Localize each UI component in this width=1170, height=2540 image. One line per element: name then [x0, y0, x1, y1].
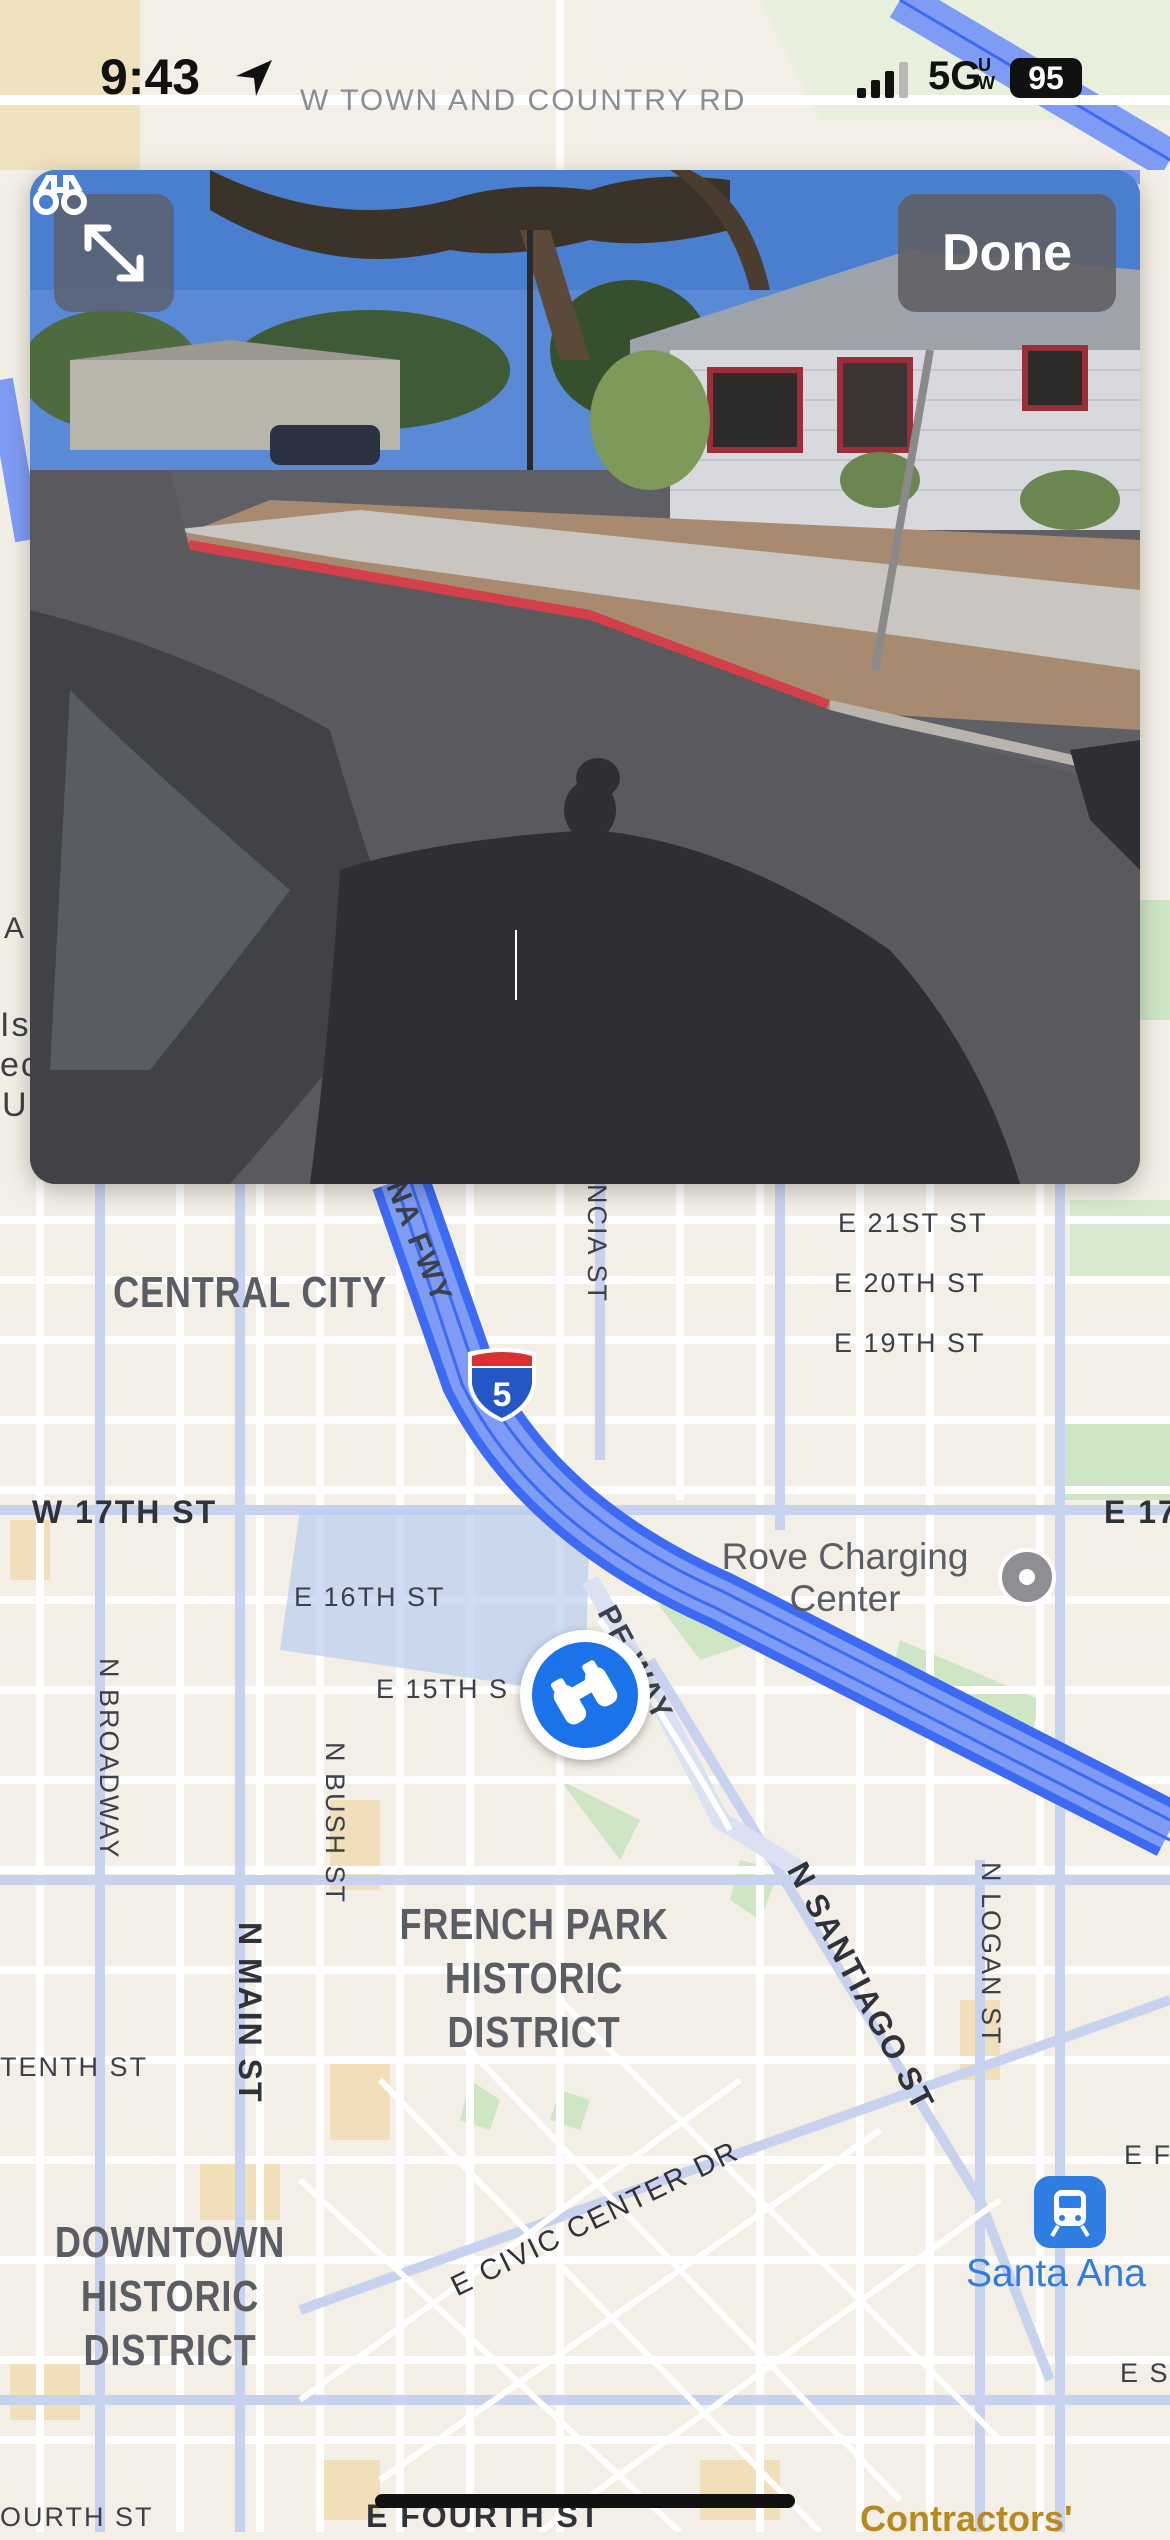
street-label-es: E S — [1120, 2358, 1170, 2388]
street-label-e16: E 16TH ST — [294, 1582, 446, 1612]
district-french-park: FRENCH PARK HISTORIC DISTRICT — [386, 1898, 681, 2060]
poi-label-rove-line-2: Center — [789, 1578, 901, 1619]
poi-label-contractors[interactable]: Contractors' — [860, 2498, 1073, 2540]
district-downtown-line-3: DISTRICT — [83, 2326, 257, 2375]
district-french-park-line-2: HISTORIC — [444, 1954, 624, 2003]
status-bar: 9:43 5G UW 95 — [0, 0, 1170, 160]
street-label-tenth: TENTH ST — [0, 2052, 148, 2082]
street-label-w17: W 17TH ST — [32, 1494, 218, 1530]
poi-label-santa-ana[interactable]: Santa Ana — [966, 2252, 1146, 2296]
network-type-sup: UW — [978, 55, 995, 93]
street-label-logan: N LOGAN ST — [976, 1862, 1006, 2046]
district-french-park-line-1: FRENCH PARK — [399, 1900, 669, 1949]
street-label-bush: N BUSH ST — [320, 1742, 350, 1905]
district-central-city: CENTRAL CITY — [113, 1268, 387, 1317]
street-label-edge-is: Is — [0, 1006, 31, 1044]
street-label-e20: E 20TH ST — [834, 1268, 986, 1298]
district-downtown: DOWNTOWN HISTORIC DISTRICT — [39, 2216, 301, 2378]
street-label-e17: E 17 — [1104, 1494, 1170, 1530]
look-around-location-pin[interactable] — [520, 1630, 650, 1760]
street-label-garcia: NCIA ST — [582, 1184, 612, 1304]
status-time: 9:43 — [100, 49, 201, 105]
street-label-e19: E 19TH ST — [834, 1328, 986, 1358]
interstate-shield-icon: 5 — [468, 1348, 536, 1422]
network-type: 5G — [928, 54, 982, 98]
street-label-edge-a: A — [4, 912, 27, 945]
poi-label-rove[interactable]: Rove Charging Center — [680, 1536, 1010, 1620]
street-label-ef: E F — [1124, 2140, 1170, 2170]
poi-label-rove-line-1: Rove Charging — [721, 1536, 969, 1577]
train-station-icon[interactable] — [1034, 2176, 1106, 2248]
street-label-e21: E 21ST ST — [838, 1208, 988, 1238]
binoculars-pin-icon — [550, 1660, 618, 1725]
cellular-signal-icon — [857, 62, 908, 98]
district-downtown-line-1: DOWNTOWN — [54, 2218, 286, 2267]
district-downtown-line-2: HISTORIC — [80, 2272, 260, 2321]
battery-indicator: 95 — [1010, 58, 1082, 98]
location-arrow-icon — [236, 60, 272, 96]
shield-number: 5 — [493, 1376, 512, 1414]
street-label-main: N MAIN ST — [232, 1922, 268, 2104]
street-label-broadway: N BROADWAY — [94, 1658, 124, 1860]
look-around-panel[interactable]: Done — [30, 170, 1140, 1184]
done-button[interactable]: Done — [898, 194, 1116, 312]
street-photo[interactable] — [30, 170, 1140, 1184]
district-french-park-line-3: DISTRICT — [447, 2008, 621, 2057]
street-label-edge-u: U — [2, 1086, 29, 1124]
home-indicator[interactable] — [375, 2494, 795, 2508]
street-label-e15: E 15TH S — [376, 1674, 510, 1704]
street-label-fourth-w: OURTH ST — [0, 2502, 154, 2532]
binoculars-icon[interactable] — [30, 170, 90, 220]
